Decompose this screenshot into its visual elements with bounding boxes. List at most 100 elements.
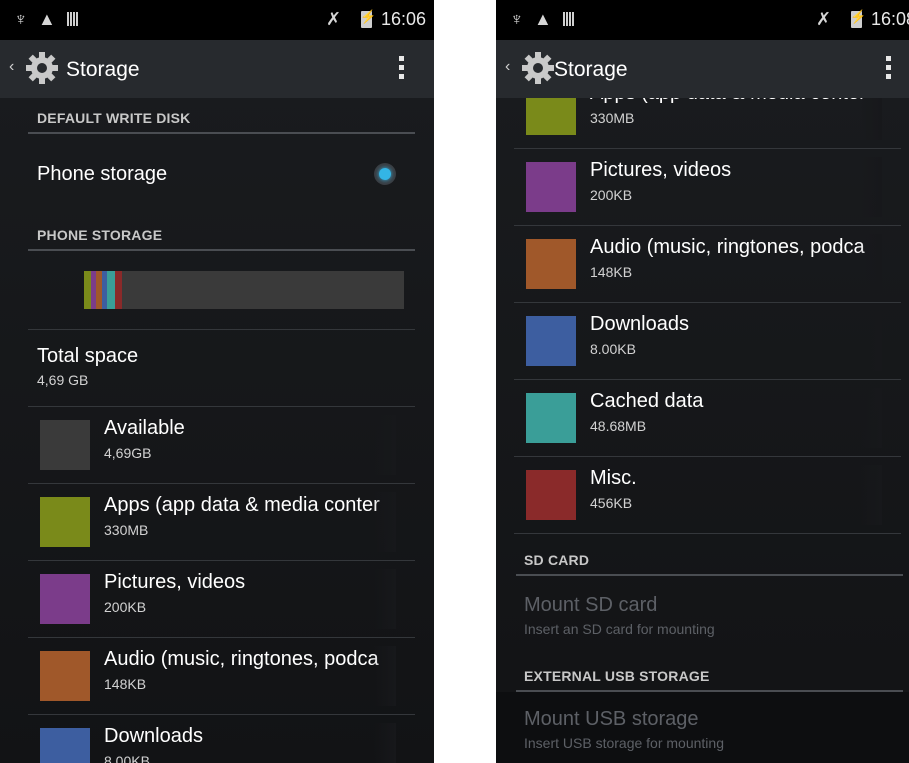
storage-category-item[interactable]: Pictures, videos 200KB (496, 149, 909, 226)
usage-bar-segment (115, 271, 122, 309)
section-header-external-usb-storage: EXTERNAL USB STORAGE (524, 668, 710, 684)
total-space-row: Total space 4,69 GB (0, 330, 434, 406)
storage-category-item[interactable]: Audio (music, ringtones, podca 148KB (496, 226, 909, 303)
phone-storage-option-label: Phone storage (37, 163, 168, 185)
text-fade (374, 492, 396, 552)
category-size: 200KB (590, 187, 633, 203)
mount-usb-storage-title: Mount USB storage (524, 708, 699, 730)
chevron-left-icon[interactable]: ‹ (505, 58, 510, 76)
storage-category-item[interactable]: Apps (app data & media conter 330MB (0, 484, 434, 561)
usb-icon: ♆ (14, 9, 28, 29)
status-bar: ♆ ▲ ✗ 16:06 (0, 0, 434, 40)
text-fade (374, 723, 396, 763)
usage-bar-segment (84, 271, 91, 309)
category-size: 148KB (104, 676, 147, 692)
category-text: Pictures, videos 200KB (590, 157, 882, 217)
category-color-swatch (526, 239, 576, 289)
overflow-menu-icon[interactable] (399, 56, 405, 82)
category-label: Available (104, 417, 185, 439)
text-fade (860, 465, 882, 525)
category-text: Misc. 456KB (590, 465, 882, 525)
text-fade (860, 98, 882, 140)
text-fade (374, 415, 396, 475)
row-divider (514, 533, 901, 534)
category-color-swatch (526, 393, 576, 443)
settings-list[interactable]: DEFAULT WRITE DISK Phone storage PHONE S… (0, 98, 434, 763)
category-label: Apps (app data & media conter (590, 98, 866, 105)
text-fade (860, 311, 882, 371)
storage-category-item[interactable]: Downloads 8.00KB (496, 303, 909, 380)
mount-sd-card-item: Mount SD card Insert an SD card for moun… (496, 575, 909, 647)
category-color-swatch (40, 574, 90, 624)
category-label: Pictures, videos (104, 571, 246, 593)
category-color-swatch (40, 651, 90, 701)
category-text: Audio (music, ringtones, podca 148KB (104, 646, 396, 706)
signal-bars-icon (563, 12, 575, 26)
storage-screen-left: ♆ ▲ ✗ 16:06 ‹ Storage DEFAULT WRITE (0, 0, 434, 763)
page-title: Storage (554, 58, 628, 81)
category-text: Audio (music, ringtones, podca 148KB (590, 234, 882, 294)
page-title: Storage (66, 58, 140, 81)
storage-category-item[interactable]: Available 4,69GB (0, 407, 434, 484)
text-fade (860, 157, 882, 217)
category-size: 48.68MB (590, 418, 647, 434)
mute-icon: ✗ (816, 9, 832, 29)
text-fade (860, 388, 882, 448)
storage-category-item[interactable]: Audio (music, ringtones, podca 148KB (0, 638, 434, 715)
action-bar: ‹ Storage (496, 40, 909, 98)
status-time: 16:08 (871, 9, 909, 29)
overflow-menu-icon[interactable] (886, 56, 892, 82)
usb-icon: ♆ (510, 9, 524, 29)
category-text: Downloads 8.00KB (104, 723, 396, 763)
total-space-value: 4,69 GB (37, 372, 89, 388)
category-label: Cached data (590, 390, 704, 412)
category-label: Downloads (590, 313, 689, 335)
category-color-swatch (526, 162, 576, 212)
storage-category-item[interactable]: Cached data 48.68MB (496, 380, 909, 457)
text-fade (374, 646, 396, 706)
category-text: Downloads 8.00KB (590, 311, 882, 371)
storage-category-item[interactable]: Downloads 8.00KB (0, 715, 434, 763)
section-header-phone-storage: PHONE STORAGE (37, 227, 163, 243)
battery-charging-icon (850, 9, 866, 28)
category-label: Misc. (590, 467, 637, 489)
phone-storage-option[interactable]: Phone storage (0, 133, 434, 213)
category-label: Pictures, videos (590, 159, 732, 181)
category-size: 456KB (590, 495, 633, 511)
category-color-swatch (526, 470, 576, 520)
mount-usb-storage-item: Mount USB storage Insert USB storage for… (496, 692, 909, 763)
category-color-swatch (526, 98, 576, 135)
category-text: Cached data 48.68MB (590, 388, 882, 448)
gear-icon[interactable] (24, 50, 60, 86)
category-label: Apps (app data & media conter (104, 494, 380, 516)
category-color-swatch (40, 420, 90, 470)
category-text: Apps (app data & media conter 330MB (104, 492, 396, 552)
settings-list[interactable]: Apps (app data & media conter 330MB Pictur… (496, 98, 909, 763)
chevron-left-icon[interactable]: ‹ (9, 58, 14, 76)
mount-sd-card-summary: Insert an SD card for mounting (524, 621, 715, 637)
warning-icon: ▲ (38, 9, 56, 29)
mount-usb-storage-summary: Insert USB storage for mounting (524, 735, 724, 751)
storage-category-item[interactable]: Pictures, videos 200KB (0, 561, 434, 638)
category-text: Pictures, videos 200KB (104, 569, 396, 629)
category-label: Audio (music, ringtones, podca (104, 648, 379, 670)
battery-charging-icon (360, 9, 376, 28)
category-text: Apps (app data & media conter 330MB (590, 98, 882, 140)
category-color-swatch (526, 316, 576, 366)
category-size: 148KB (590, 264, 633, 280)
category-color-swatch (40, 497, 90, 547)
category-size: 200KB (104, 599, 147, 615)
category-size: 330MB (590, 110, 635, 126)
gear-icon[interactable] (520, 50, 556, 86)
section-header-sd-card: SD CARD (524, 552, 590, 568)
category-color-swatch (40, 728, 90, 763)
warning-icon: ▲ (534, 9, 552, 29)
category-size: 8.00KB (104, 753, 150, 763)
storage-category-item[interactable]: Apps (app data & media conter 330MB (496, 98, 909, 149)
status-time: 16:06 (381, 9, 427, 29)
signal-bars-icon (67, 12, 79, 26)
phone-storage-radio[interactable] (374, 163, 396, 185)
mute-icon: ✗ (326, 9, 342, 29)
mount-sd-card-title: Mount SD card (524, 594, 658, 616)
storage-category-item[interactable]: Misc. 456KB (496, 457, 909, 534)
